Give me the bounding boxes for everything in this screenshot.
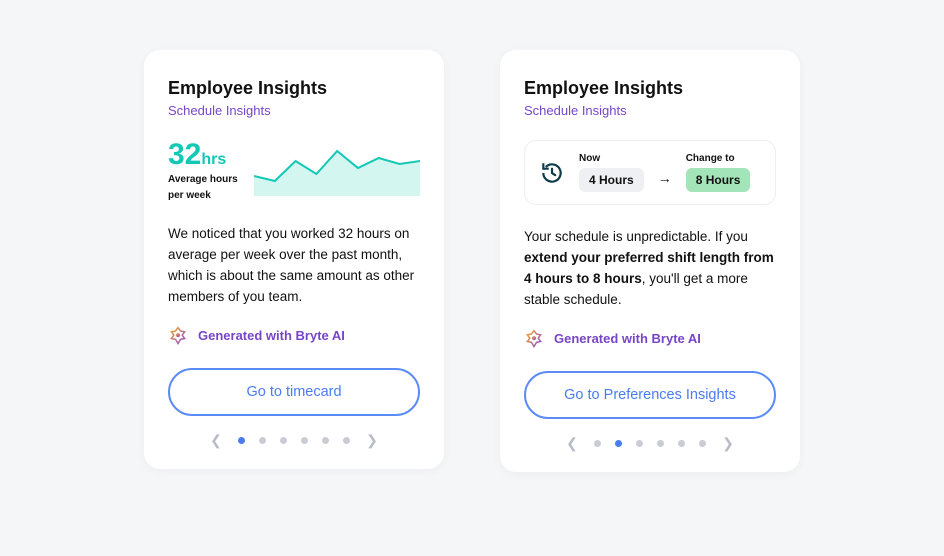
pager-dot[interactable] <box>594 440 601 447</box>
card-title: Employee Insights <box>524 78 776 99</box>
ai-attribution-text: Generated with Bryte AI <box>554 331 701 346</box>
clock-refresh-icon <box>539 160 565 186</box>
ai-attribution: Generated with Bryte AI <box>168 326 420 346</box>
stat-label-line1: Average hours <box>168 174 238 186</box>
pager-prev-icon[interactable]: ❮ <box>564 435 580 452</box>
now-column: Now 4 Hours <box>579 153 644 192</box>
pager-dot[interactable] <box>636 440 643 447</box>
pager-dot[interactable] <box>322 437 329 444</box>
pager-dot[interactable] <box>301 437 308 444</box>
sparkline-chart <box>254 146 420 196</box>
go-to-timecard-button[interactable]: Go to timecard <box>168 368 420 416</box>
changeto-column: Change to 8 Hours <box>686 153 751 192</box>
changeto-label: Change to <box>686 153 751 164</box>
pager-dot[interactable] <box>699 440 706 447</box>
pager-dot[interactable] <box>343 437 350 444</box>
ai-badge-icon <box>168 326 188 346</box>
pager-prev-icon[interactable]: ❮ <box>208 432 224 449</box>
card-subtitle: Schedule Insights <box>168 103 420 118</box>
pager: ❮ ❯ <box>168 432 420 449</box>
insight-card-hours: Employee Insights Schedule Insights 32hr… <box>144 50 444 469</box>
desc-pre: Your schedule is unpredictable. If you <box>524 229 748 244</box>
stat-unit: hrs <box>201 151 226 168</box>
pager: ❮ ❯ <box>524 435 776 452</box>
pager-dot[interactable] <box>238 437 245 444</box>
now-value: 4 Hours <box>579 168 644 192</box>
insight-card-shift: Employee Insights Schedule Insights Now … <box>500 50 800 472</box>
stat-value: 32 <box>168 138 201 171</box>
shift-change-box: Now 4 Hours → Change to 8 Hours <box>524 140 776 205</box>
pager-dot[interactable] <box>280 437 287 444</box>
arrow-right-icon: → <box>658 170 672 186</box>
stat-row: 32hrs Average hours per week <box>168 140 420 202</box>
ai-attribution-text: Generated with Bryte AI <box>198 328 345 343</box>
pager-next-icon[interactable]: ❯ <box>720 435 736 452</box>
pager-dot[interactable] <box>615 440 622 447</box>
ai-attribution: Generated with Bryte AI <box>524 329 776 349</box>
now-label: Now <box>579 153 644 164</box>
pager-next-icon[interactable]: ❯ <box>364 432 380 449</box>
insight-description: We noticed that you worked 32 hours on a… <box>168 224 420 308</box>
ai-badge-icon <box>524 329 544 349</box>
pager-dot[interactable] <box>259 437 266 444</box>
stat-label-line2: per week <box>168 190 238 202</box>
stat-block: 32hrs Average hours per week <box>168 140 238 202</box>
card-title: Employee Insights <box>168 78 420 99</box>
card-subtitle: Schedule Insights <box>524 103 776 118</box>
insight-description: Your schedule is unpredictable. If you e… <box>524 227 776 311</box>
go-to-preferences-button[interactable]: Go to Preferences Insights <box>524 371 776 419</box>
changeto-value: 8 Hours <box>686 168 751 192</box>
pager-dot[interactable] <box>657 440 664 447</box>
pager-dot[interactable] <box>678 440 685 447</box>
